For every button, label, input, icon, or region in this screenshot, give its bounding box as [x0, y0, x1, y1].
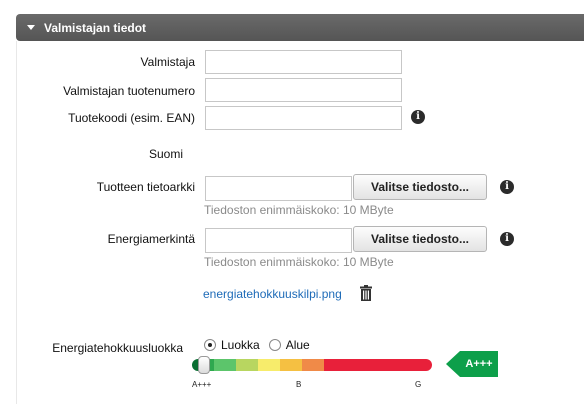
- energy-class-badge: A+++: [446, 351, 498, 377]
- energy-class-badge-text: A+++: [465, 358, 493, 370]
- energy-scale-segment: [214, 359, 236, 371]
- manufacturer-product-number-label: Valmistajan tuotenumero: [63, 84, 195, 98]
- language-heading: Suomi: [148, 147, 183, 161]
- product-code-field[interactable]: [205, 106, 402, 130]
- radio-luokka-label[interactable]: Luokka: [221, 338, 260, 352]
- energy-scale-segment: [324, 359, 360, 371]
- energy-class-slider[interactable]: [192, 356, 434, 374]
- product-code-info-icon[interactable]: i: [411, 110, 425, 124]
- energy-label-file-field[interactable]: [205, 228, 352, 253]
- section-title: Valmistajan tiedot: [44, 20, 147, 35]
- section-header[interactable]: Valmistajan tiedot: [16, 14, 584, 41]
- manufacturer-field[interactable]: [205, 50, 402, 74]
- product-code-label: Tuotekoodi (esim. EAN): [68, 111, 195, 125]
- trash-icon[interactable]: [359, 285, 373, 301]
- manufacturer-product-number-field[interactable]: [205, 78, 402, 102]
- radio-luokka[interactable]: [204, 339, 216, 351]
- scale-tick-g: G: [415, 380, 422, 389]
- scale-tick-b: B: [296, 380, 302, 389]
- energy-class-label: Energiatehokkuusluokka: [52, 341, 183, 355]
- energy-scale-segment: [396, 359, 432, 371]
- datasheet-info-icon[interactable]: i: [500, 180, 514, 194]
- datasheet-file-field[interactable]: [205, 176, 352, 201]
- energy-scale-segment: [236, 359, 258, 371]
- energy-scale-segment: [302, 359, 324, 371]
- radio-alue[interactable]: [268, 339, 281, 351]
- scale-tick-a3plus: A+++: [192, 380, 212, 389]
- energy-label-max-size-hint: Tiedoston enimmäiskoko: 10 MByte: [204, 255, 394, 269]
- datasheet-max-size-hint: Tiedoston enimmäiskoko: 10 MByte: [204, 203, 394, 217]
- datasheet-choose-file-button[interactable]: Valitse tiedosto...: [353, 174, 487, 200]
- energy-scale-segment: [258, 359, 280, 371]
- energy-label-choose-file-button[interactable]: Valitse tiedosto...: [353, 226, 487, 252]
- energy-label-info-icon[interactable]: i: [500, 232, 514, 246]
- collapse-triangle-icon: [27, 25, 35, 30]
- energy-class-slider-handle[interactable]: [198, 356, 210, 374]
- energy-scale-segment: [280, 359, 302, 371]
- energy-scale-segment: [360, 359, 396, 371]
- energy-label-file-link[interactable]: energiatehokkuuskilpi.png: [203, 287, 342, 301]
- energy-class-mode-group: Luokka Alue: [204, 338, 310, 352]
- energy-class-scale-bar: [192, 359, 432, 371]
- energy-label-label: Energiamerkintä: [107, 232, 195, 246]
- datasheet-label: Tuotteen tietoarkki: [96, 180, 195, 194]
- manufacturer-label: Valmistaja: [140, 55, 195, 69]
- radio-alue-label[interactable]: Alue: [286, 338, 310, 352]
